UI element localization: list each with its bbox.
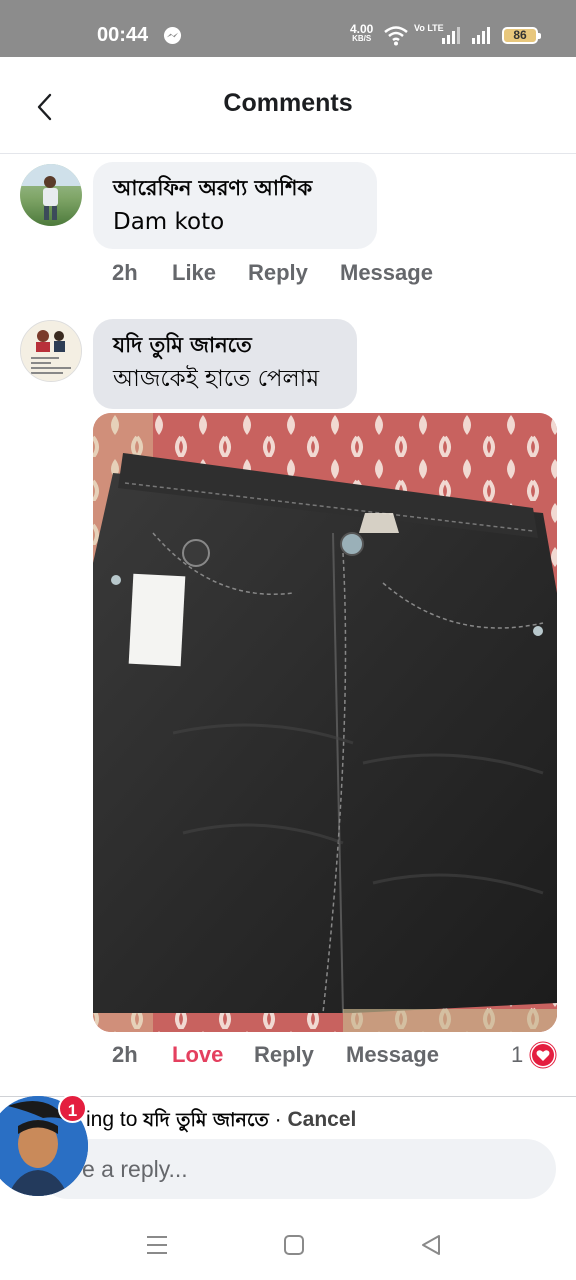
jeans-photo	[93, 413, 557, 1032]
cancel-reply-button[interactable]: Cancel	[287, 1108, 356, 1131]
comment-bubble[interactable]: যদি তুমি জানতে আজকেই হাতে পেলাম	[93, 319, 357, 409]
comment-time: 2h	[112, 1042, 138, 1067]
header: Comments	[0, 57, 576, 154]
like-button[interactable]: Like	[172, 260, 216, 286]
comment-time: 2h	[112, 260, 138, 285]
menu-icon[interactable]	[144, 1232, 170, 1258]
divider	[0, 1096, 576, 1097]
signal-icon	[442, 27, 460, 44]
back-icon[interactable]	[418, 1232, 444, 1258]
love-button[interactable]: Love	[172, 1042, 223, 1068]
comment-author[interactable]: যদি তুমি জানতে	[113, 331, 337, 359]
reply-button[interactable]: Reply	[248, 260, 308, 286]
comment-text: আজকেই হাতে পেলাম	[113, 366, 320, 392]
replying-name: যদি তুমি জানতে	[143, 1109, 269, 1131]
comment-author[interactable]: আরেফিন অরণ্য আশিক	[113, 174, 357, 202]
battery-icon: 86	[502, 27, 541, 44]
heart-icon[interactable]	[529, 1041, 557, 1069]
message-button[interactable]: Message	[346, 1042, 439, 1068]
message-button[interactable]: Message	[340, 260, 433, 286]
reaction-count[interactable]: 1	[511, 1042, 523, 1068]
notification-badge: 1	[58, 1094, 87, 1123]
network-speed-unit: KB/S	[352, 34, 372, 43]
comment-text: Dam koto	[113, 209, 225, 235]
signal-icon	[472, 27, 490, 44]
avatar[interactable]	[20, 164, 82, 226]
comment-bubble[interactable]: আরেফিন অরণ্য আশিক Dam koto	[93, 162, 377, 249]
system-nav-bar	[0, 1200, 576, 1280]
wifi-icon	[384, 26, 408, 46]
messenger-icon	[163, 26, 182, 45]
network-speed: 4.00 KB/S	[350, 23, 373, 44]
reply-input[interactable]: e a reply...	[38, 1139, 556, 1199]
replying-to-label: ing to যদি তুমি জানতে · Cancel	[86, 1106, 356, 1138]
home-icon[interactable]	[281, 1232, 307, 1258]
status-time: 00:44	[97, 24, 149, 46]
reply-button[interactable]: Reply	[254, 1042, 314, 1068]
comment-photo[interactable]	[93, 413, 557, 1032]
replying-prefix: ing to	[86, 1108, 144, 1131]
separator: ·	[268, 1108, 288, 1131]
avatar[interactable]	[20, 320, 82, 382]
page-title: Comments	[223, 89, 353, 117]
status-bar: 00:44 4.00 KB/S Vo LTE 86	[0, 0, 576, 57]
